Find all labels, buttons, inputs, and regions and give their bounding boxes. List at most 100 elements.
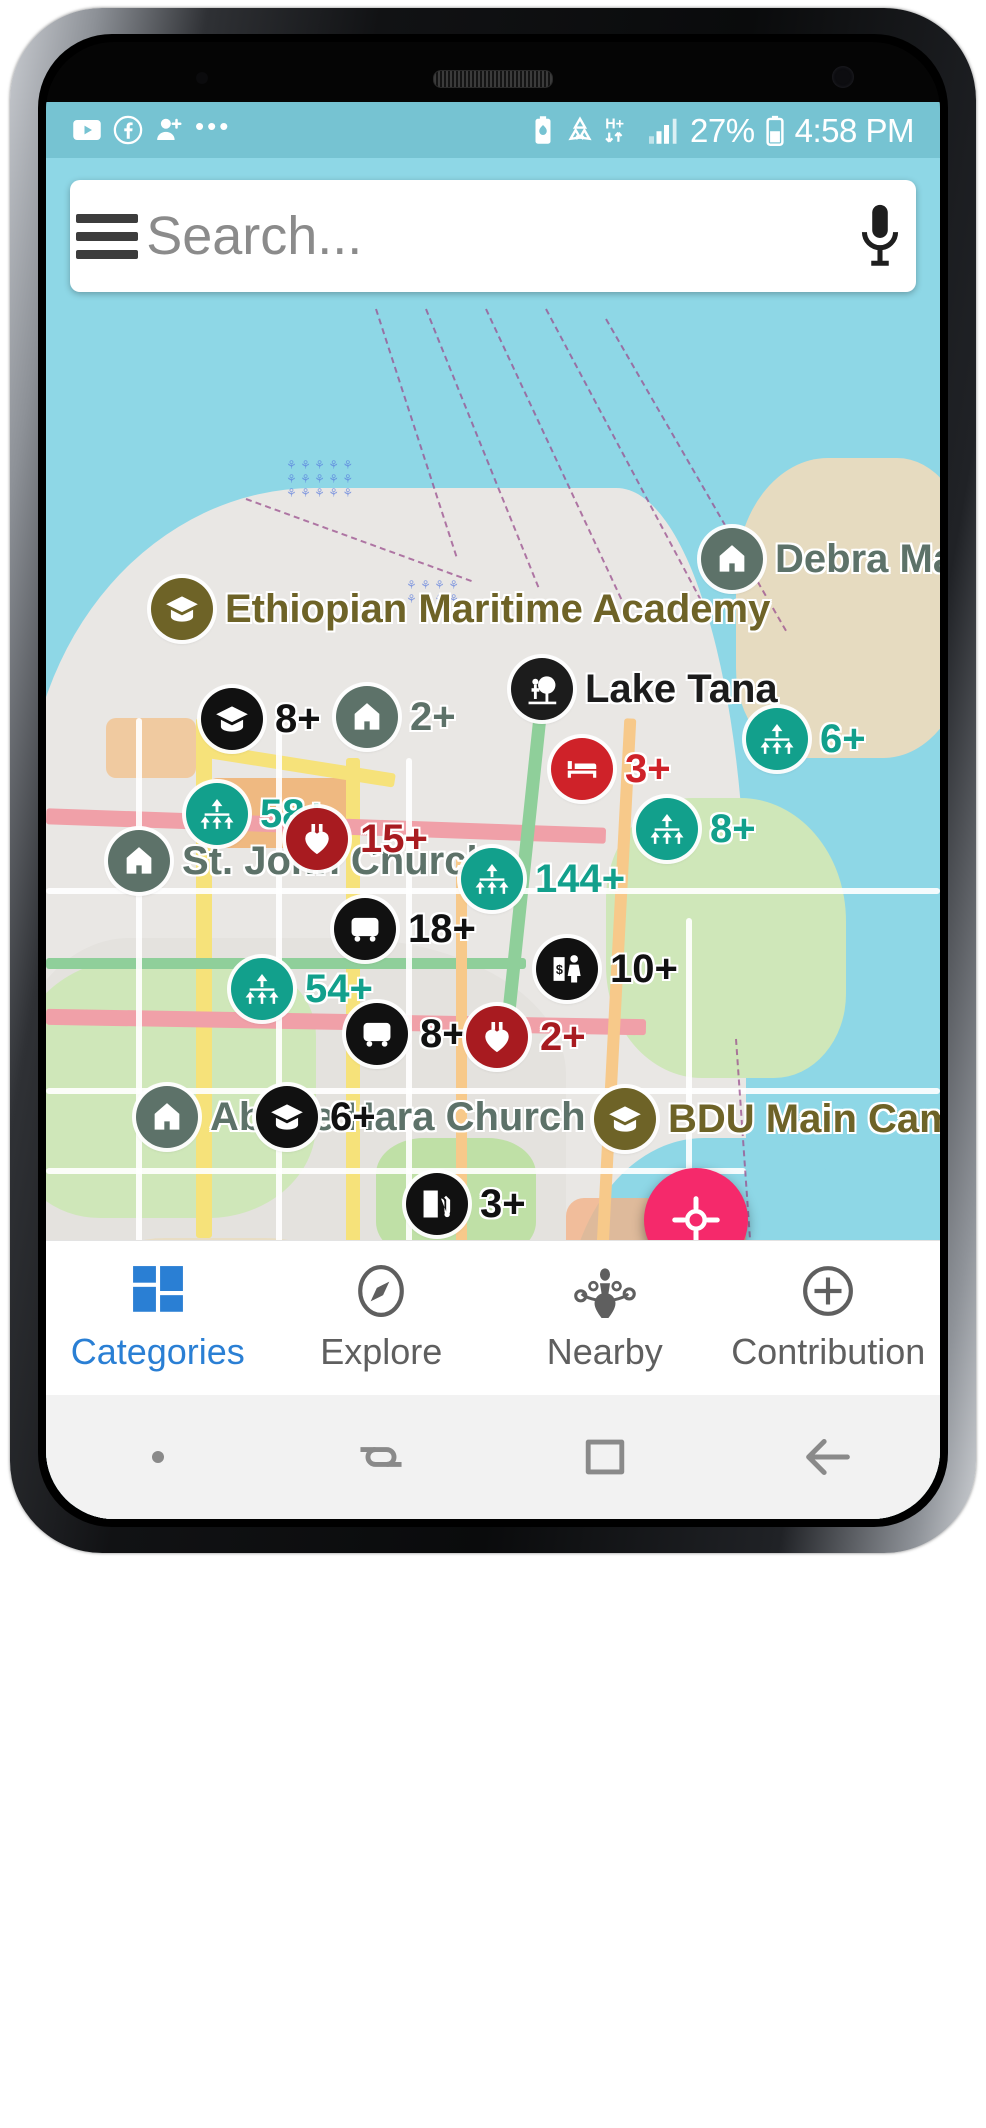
battery-percent-label: 27% [690, 111, 755, 149]
nav-tab-nearby[interactable]: Nearby [493, 1241, 717, 1395]
tree-cluster-icon[interactable] [231, 958, 293, 1020]
tree-cluster-icon [200, 798, 234, 829]
nav-label-nearby: Nearby [546, 1331, 663, 1372]
bus-icon[interactable] [346, 1003, 408, 1065]
youtube-icon [72, 115, 102, 145]
hotel-bed-icon [567, 761, 597, 778]
bus-icon[interactable] [334, 898, 396, 960]
graduation-cap-icon [609, 1106, 641, 1132]
overflow-dots-icon: ••• [195, 110, 232, 141]
map-cluster-marker[interactable]: 3+ [406, 1173, 526, 1235]
nav-tab-explore[interactable]: Explore [270, 1241, 494, 1395]
hotel-bed-icon[interactable] [551, 738, 613, 800]
home-icon[interactable] [560, 1412, 650, 1502]
map-cluster-marker[interactable]: 8+ [201, 688, 321, 750]
church-icon [154, 1103, 180, 1130]
graduation-cap-icon[interactable] [594, 1088, 656, 1150]
bus-icon [363, 1022, 391, 1047]
hamburger-menu-icon[interactable] [70, 213, 144, 259]
tree-cluster-icon[interactable] [186, 783, 248, 845]
bus-icon [351, 917, 379, 942]
nav-label-explore: Explore [320, 1331, 443, 1372]
map-cluster-count: 8+ [275, 696, 321, 741]
fuel-pump-icon[interactable] [406, 1173, 468, 1235]
front-camera [832, 66, 854, 88]
search-bar[interactable] [70, 180, 916, 292]
phone-device-frame: ⚘ ⚘ ⚘ ⚘ ⚘ ⚘ ⚘ ⚘ ⚘ ⚘ ⚘ ⚘ ⚘ ⚘ ⚘ ⚘ ⚘ ⚘ ⚘ ⚘ ⚘ ⚘… [10, 8, 976, 1553]
church-icon[interactable] [108, 830, 170, 892]
signal-bars-icon [647, 115, 681, 145]
battery-icon [764, 114, 786, 146]
dashboard-grid-icon [131, 1263, 185, 1319]
map-cluster-marker[interactable]: 2+ [466, 1006, 586, 1068]
medical-icon [485, 1021, 509, 1053]
map-cluster-count: 2+ [410, 694, 456, 739]
map-cluster-marker[interactable]: 8+ [346, 1003, 466, 1065]
church-icon[interactable] [701, 528, 763, 590]
svg-text:H+: H+ [605, 117, 624, 133]
compass-icon [354, 1263, 408, 1319]
clock-label: 4:58 PM [794, 111, 915, 149]
map-place-label: Lake Tana [585, 666, 778, 711]
graduation-cap-icon [216, 706, 248, 732]
nearby-pins-icon [573, 1263, 636, 1319]
microphone-icon[interactable] [843, 201, 916, 271]
map-cluster-marker[interactable]: 8+ [636, 798, 756, 860]
map-cluster-marker[interactable]: 144+ [461, 848, 625, 910]
phone-display: ⚘ ⚘ ⚘ ⚘ ⚘ ⚘ ⚘ ⚘ ⚘ ⚘ ⚘ ⚘ ⚘ ⚘ ⚘ ⚘ ⚘ ⚘ ⚘ ⚘ ⚘ ⚘… [46, 42, 940, 1519]
nav-tab-categories[interactable]: Categories [46, 1241, 270, 1395]
map-cluster-marker[interactable]: 3+ [551, 738, 671, 800]
nav-label-contribution: Contribution [731, 1331, 926, 1372]
bank-atm-icon[interactable]: $ [536, 938, 598, 1000]
back-icon[interactable] [783, 1412, 873, 1502]
map-cluster-marker[interactable]: 18+ [334, 898, 476, 960]
medical-icon [305, 823, 329, 855]
road-minor-3 [46, 1168, 746, 1174]
church-icon[interactable] [336, 686, 398, 748]
battery-saver-icon [530, 115, 556, 145]
church-icon [126, 847, 152, 874]
proximity-sensor [196, 72, 208, 84]
status-bar-system: H+ 27% 4:58 PM [530, 111, 915, 149]
plus-circle-icon [801, 1263, 855, 1319]
map-cluster-count: 144+ [535, 856, 626, 901]
map-cluster-marker[interactable]: 6+ [256, 1086, 376, 1148]
church-icon[interactable] [136, 1086, 198, 1148]
tree-cluster-icon [760, 723, 794, 754]
map-cluster-marker[interactable]: 15+ [286, 808, 428, 870]
map-cluster-marker[interactable]: 2+ [336, 686, 456, 748]
nav-tab-contribution[interactable]: Contribution [717, 1241, 941, 1395]
dot-indicator [113, 1412, 203, 1502]
graduation-cap-icon[interactable] [201, 688, 263, 750]
contact-add-icon [154, 115, 184, 145]
tree-cluster-icon [475, 863, 509, 894]
medical-icon[interactable] [286, 808, 348, 870]
medical-icon[interactable] [466, 1006, 528, 1068]
park-tree-icon[interactable] [511, 658, 573, 720]
graduation-cap-icon [271, 1104, 303, 1130]
map-cluster-marker[interactable]: $10+ [536, 938, 678, 1000]
graduation-cap-icon[interactable] [151, 578, 213, 640]
facebook-icon [113, 115, 143, 145]
map-cluster-marker[interactable]: 6+ [746, 708, 866, 770]
map-place-marker[interactable]: Debra Mariam [701, 528, 940, 590]
tree-cluster-icon[interactable] [636, 798, 698, 860]
search-input[interactable] [144, 204, 844, 268]
park-tree-icon [528, 676, 557, 705]
map-place-marker[interactable]: Lake Tana [511, 658, 778, 720]
data-saver-icon [565, 115, 595, 145]
map-place-label: BDU Main Campus [668, 1096, 940, 1141]
map-builtup-c [106, 718, 196, 778]
map-cluster-count: 8+ [420, 1011, 466, 1056]
app-screen: ⚘ ⚘ ⚘ ⚘ ⚘ ⚘ ⚘ ⚘ ⚘ ⚘ ⚘ ⚘ ⚘ ⚘ ⚘ ⚘ ⚘ ⚘ ⚘ ⚘ ⚘ ⚘… [46, 102, 940, 1519]
svg-text:$: $ [556, 963, 563, 977]
map-place-marker[interactable]: Ethiopian Maritime Academy [151, 578, 770, 640]
map-cluster-count: 15+ [360, 816, 428, 861]
map-place-marker[interactable]: BDU Main Campus [594, 1088, 940, 1150]
crosshair-icon [672, 1196, 720, 1244]
map-cluster-count: 3+ [625, 746, 671, 791]
graduation-cap-icon[interactable] [256, 1086, 318, 1148]
church-icon [354, 703, 380, 730]
tree-cluster-icon[interactable] [746, 708, 808, 770]
recents-icon[interactable] [336, 1412, 426, 1502]
